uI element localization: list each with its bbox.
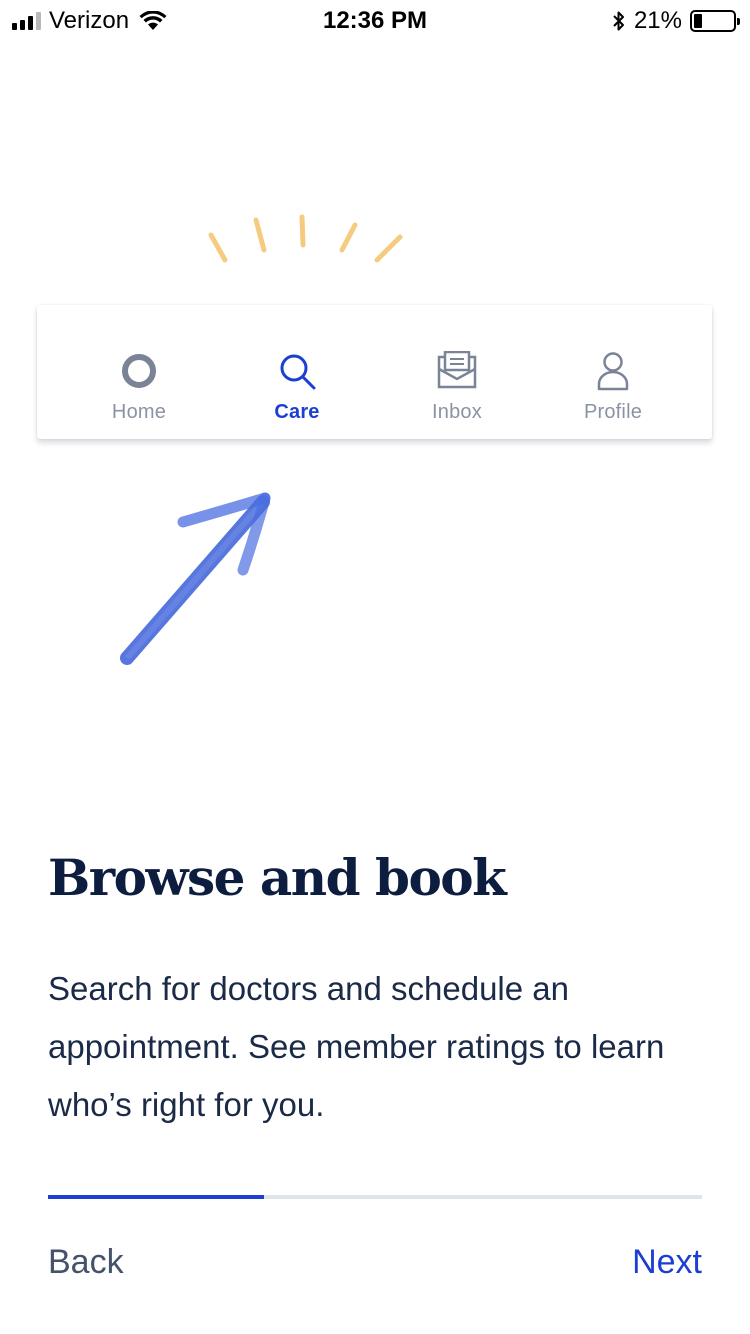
status-right: 21% [612, 7, 740, 35]
tab-label-home: Home [111, 401, 167, 423]
description-text: Search for doctors and schedule an appoi… [48, 970, 665, 1123]
tab-bar-illustration: Home Care Inbox Profile [37, 305, 712, 439]
page-title: Browse and book [48, 848, 507, 907]
profile-icon [593, 351, 633, 391]
sparkle-lines [208, 214, 403, 263]
status-bar: Verizon 12:36 PM 21% [0, 0, 750, 40]
progress-fill [48, 1195, 264, 1199]
tab-label-profile: Profile [583, 401, 643, 423]
tab-home: Home [59, 305, 219, 439]
tab-profile: Profile [533, 305, 693, 439]
inbox-icon [437, 351, 477, 391]
onboarding-progress [48, 1195, 702, 1199]
onboarding-screen: Verizon 12:36 PM 21% Home Care Inbox Pro… [0, 0, 750, 1334]
tab-label-inbox: Inbox [432, 401, 482, 423]
bluetooth-icon [613, 11, 624, 31]
home-ring-icon [119, 351, 159, 391]
tab-label-care: Care [274, 401, 320, 423]
search-icon [277, 351, 317, 391]
battery-icon [690, 10, 740, 32]
battery-percent: 21% [633, 7, 682, 34]
tab-inbox: Inbox [377, 305, 537, 439]
next-button[interactable]: Next [632, 1243, 702, 1282]
hand-drawn-arrow [120, 492, 271, 665]
tab-care: Care [217, 305, 377, 439]
back-button[interactable]: Back [48, 1243, 124, 1282]
